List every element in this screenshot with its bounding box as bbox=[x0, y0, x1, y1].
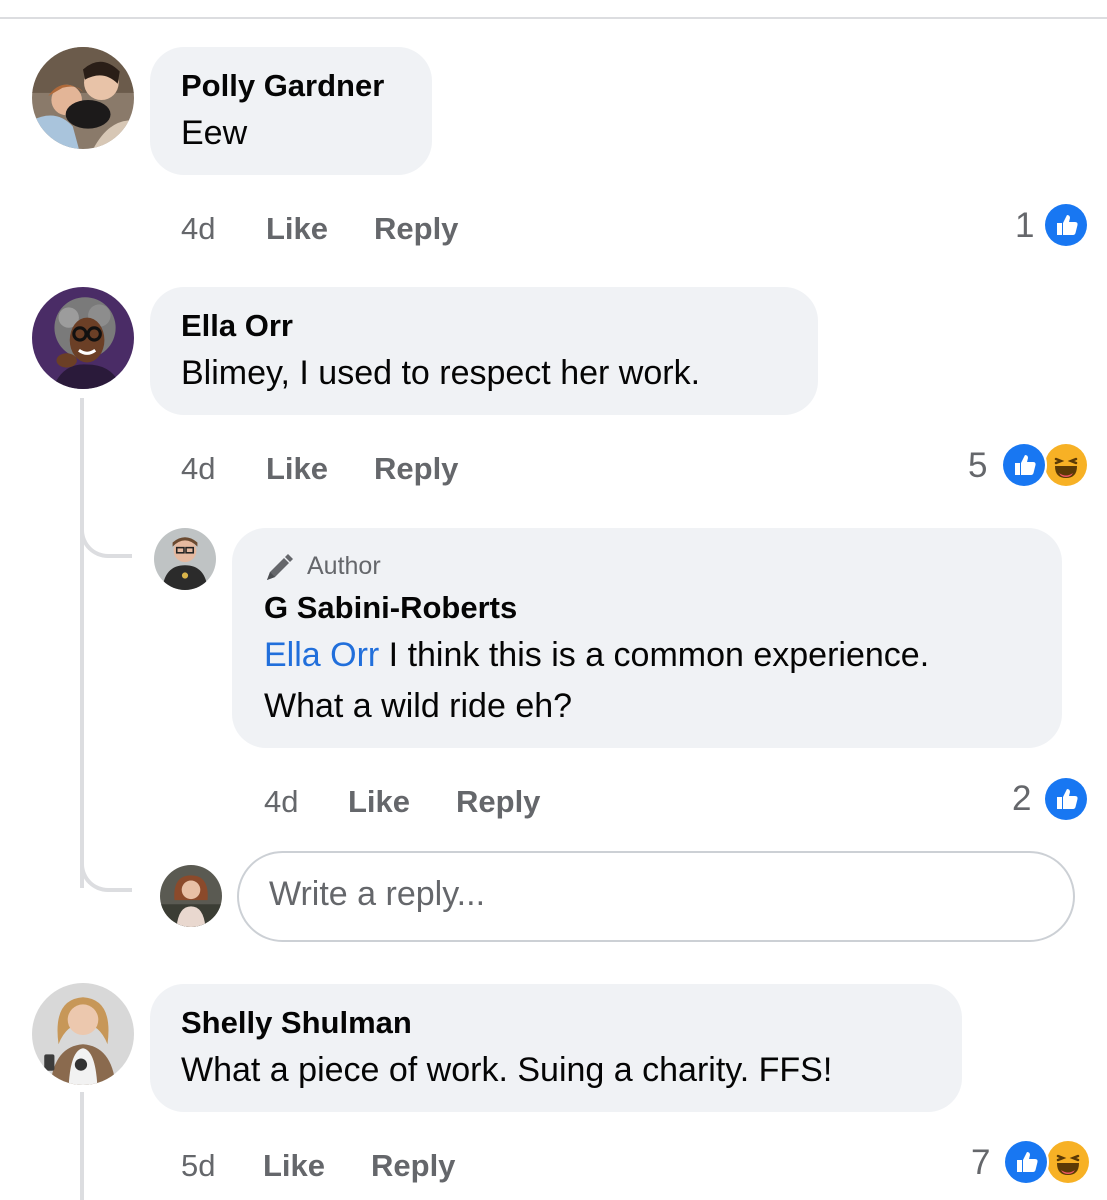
comment-bubble bbox=[150, 47, 432, 175]
like-button[interactable]: Like bbox=[266, 211, 328, 247]
avatar[interactable] bbox=[154, 528, 216, 590]
comment-author[interactable]: Polly Gardner bbox=[181, 68, 384, 104]
avatar[interactable] bbox=[32, 47, 134, 149]
comment-timestamp[interactable]: 4d bbox=[264, 784, 298, 820]
like-icon[interactable] bbox=[1043, 202, 1089, 248]
reply-button[interactable]: Reply bbox=[456, 784, 540, 820]
reply-input-box[interactable] bbox=[237, 851, 1075, 942]
like-icon[interactable] bbox=[1001, 442, 1047, 488]
avatar[interactable] bbox=[32, 983, 134, 1085]
like-icon[interactable] bbox=[1043, 776, 1089, 822]
pencil-icon bbox=[264, 551, 296, 583]
comment-text: Blimey, I used to respect her work. bbox=[181, 354, 701, 392]
like-button[interactable]: Like bbox=[266, 451, 328, 487]
comment-author[interactable]: G Sabini-Roberts bbox=[264, 590, 517, 626]
reply-input[interactable] bbox=[269, 875, 1029, 914]
comment-author[interactable]: Shelly Shulman bbox=[181, 1005, 412, 1041]
comment-text: What a piece of work. Suing a charity. F… bbox=[181, 1051, 833, 1089]
avatar bbox=[160, 865, 222, 927]
author-badge: Author bbox=[307, 552, 381, 580]
reaction-count[interactable]: 7 bbox=[971, 1143, 990, 1183]
comment-timestamp[interactable]: 5d bbox=[181, 1148, 215, 1184]
haha-icon[interactable] bbox=[1043, 442, 1089, 488]
comment-timestamp[interactable]: 4d bbox=[181, 451, 215, 487]
thread-line bbox=[80, 398, 84, 888]
top-divider bbox=[0, 17, 1107, 19]
avatar[interactable] bbox=[32, 287, 134, 389]
like-icon[interactable] bbox=[1003, 1139, 1049, 1185]
reaction-count[interactable]: 5 bbox=[968, 446, 987, 486]
like-button[interactable]: Like bbox=[348, 784, 410, 820]
reaction-count[interactable]: 1 bbox=[1015, 206, 1034, 246]
thread-line bbox=[80, 1092, 84, 1200]
thread-branch bbox=[80, 840, 132, 892]
reply-button[interactable]: Reply bbox=[374, 451, 458, 487]
haha-icon[interactable] bbox=[1045, 1139, 1091, 1185]
comment-bubble bbox=[150, 984, 962, 1112]
reaction-count[interactable]: 2 bbox=[1012, 779, 1031, 819]
comment-text: Ella Orr I think this is a common experi… bbox=[264, 636, 929, 675]
comment-bubble bbox=[150, 287, 818, 415]
comment-text-line: I think this is a common experience. bbox=[379, 636, 930, 674]
comment-author[interactable]: Ella Orr bbox=[181, 308, 293, 344]
comment-text: Eew bbox=[181, 114, 248, 152]
reply-button[interactable]: Reply bbox=[374, 211, 458, 247]
mention-link[interactable]: Ella Orr bbox=[264, 636, 379, 674]
like-button[interactable]: Like bbox=[263, 1148, 325, 1184]
comment-text-line: What a wild ride eh? bbox=[264, 687, 573, 725]
comment-timestamp[interactable]: 4d bbox=[181, 211, 215, 247]
reply-button[interactable]: Reply bbox=[371, 1148, 455, 1184]
thread-branch bbox=[80, 510, 132, 558]
